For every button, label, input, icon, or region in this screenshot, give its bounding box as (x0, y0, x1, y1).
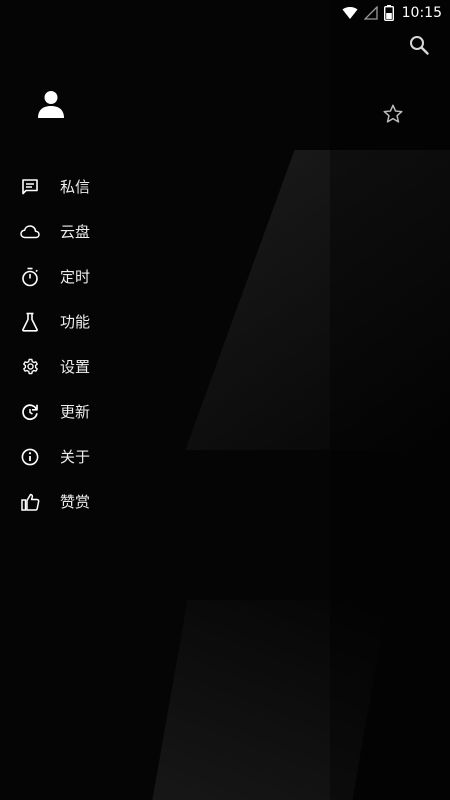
status-bar: 10:15 (0, 0, 450, 26)
menu-item-label: 赞赏 (60, 493, 91, 511)
thumbs-up-icon (20, 492, 40, 512)
menu-item-label: 更新 (60, 403, 91, 421)
menu-item-label: 设置 (60, 358, 91, 376)
menu-item-label: 定时 (60, 268, 91, 286)
menu-item-label: 关于 (60, 448, 91, 466)
gear-icon (20, 357, 40, 377)
user-avatar-icon (38, 91, 64, 118)
search-button[interactable] (408, 34, 430, 56)
star-icon (383, 104, 403, 123)
menu-item-settings[interactable]: 设置 (0, 344, 330, 389)
battery-icon (383, 5, 394, 21)
menu-item-timer[interactable]: 定时 (0, 254, 330, 299)
favorite-button[interactable] (382, 103, 404, 125)
menu-item-label: 云盘 (60, 223, 91, 241)
search-icon (410, 36, 429, 55)
drawer-menu: 私信 云盘 定时 功能 设置 更新 关于 赞赏 (0, 164, 330, 524)
info-icon (20, 447, 40, 467)
menu-item-label: 功能 (60, 313, 91, 331)
menu-item-update[interactable]: 更新 (0, 389, 330, 434)
menu-item-label: 私信 (60, 178, 91, 196)
user-avatar[interactable] (37, 89, 65, 119)
refresh-icon (20, 402, 40, 422)
cloud-icon (20, 222, 40, 242)
menu-item-features[interactable]: 功能 (0, 299, 330, 344)
navigation-drawer: 私信 云盘 定时 功能 设置 更新 关于 赞赏 (0, 26, 330, 800)
flask-icon (20, 312, 40, 332)
app-screen: 10:15 私信 云盘 定时 功能 设置 更新 关于 赞赏 (0, 0, 450, 800)
stopwatch-icon (20, 267, 40, 287)
menu-item-about[interactable]: 关于 (0, 434, 330, 479)
message-icon (20, 177, 40, 197)
menu-item-messages[interactable]: 私信 (0, 164, 330, 209)
menu-item-donate[interactable]: 赞赏 (0, 479, 330, 524)
signal-icon (363, 6, 378, 20)
status-time: 10:15 (401, 5, 442, 21)
wifi-icon (342, 6, 358, 20)
menu-item-cloud[interactable]: 云盘 (0, 209, 330, 254)
